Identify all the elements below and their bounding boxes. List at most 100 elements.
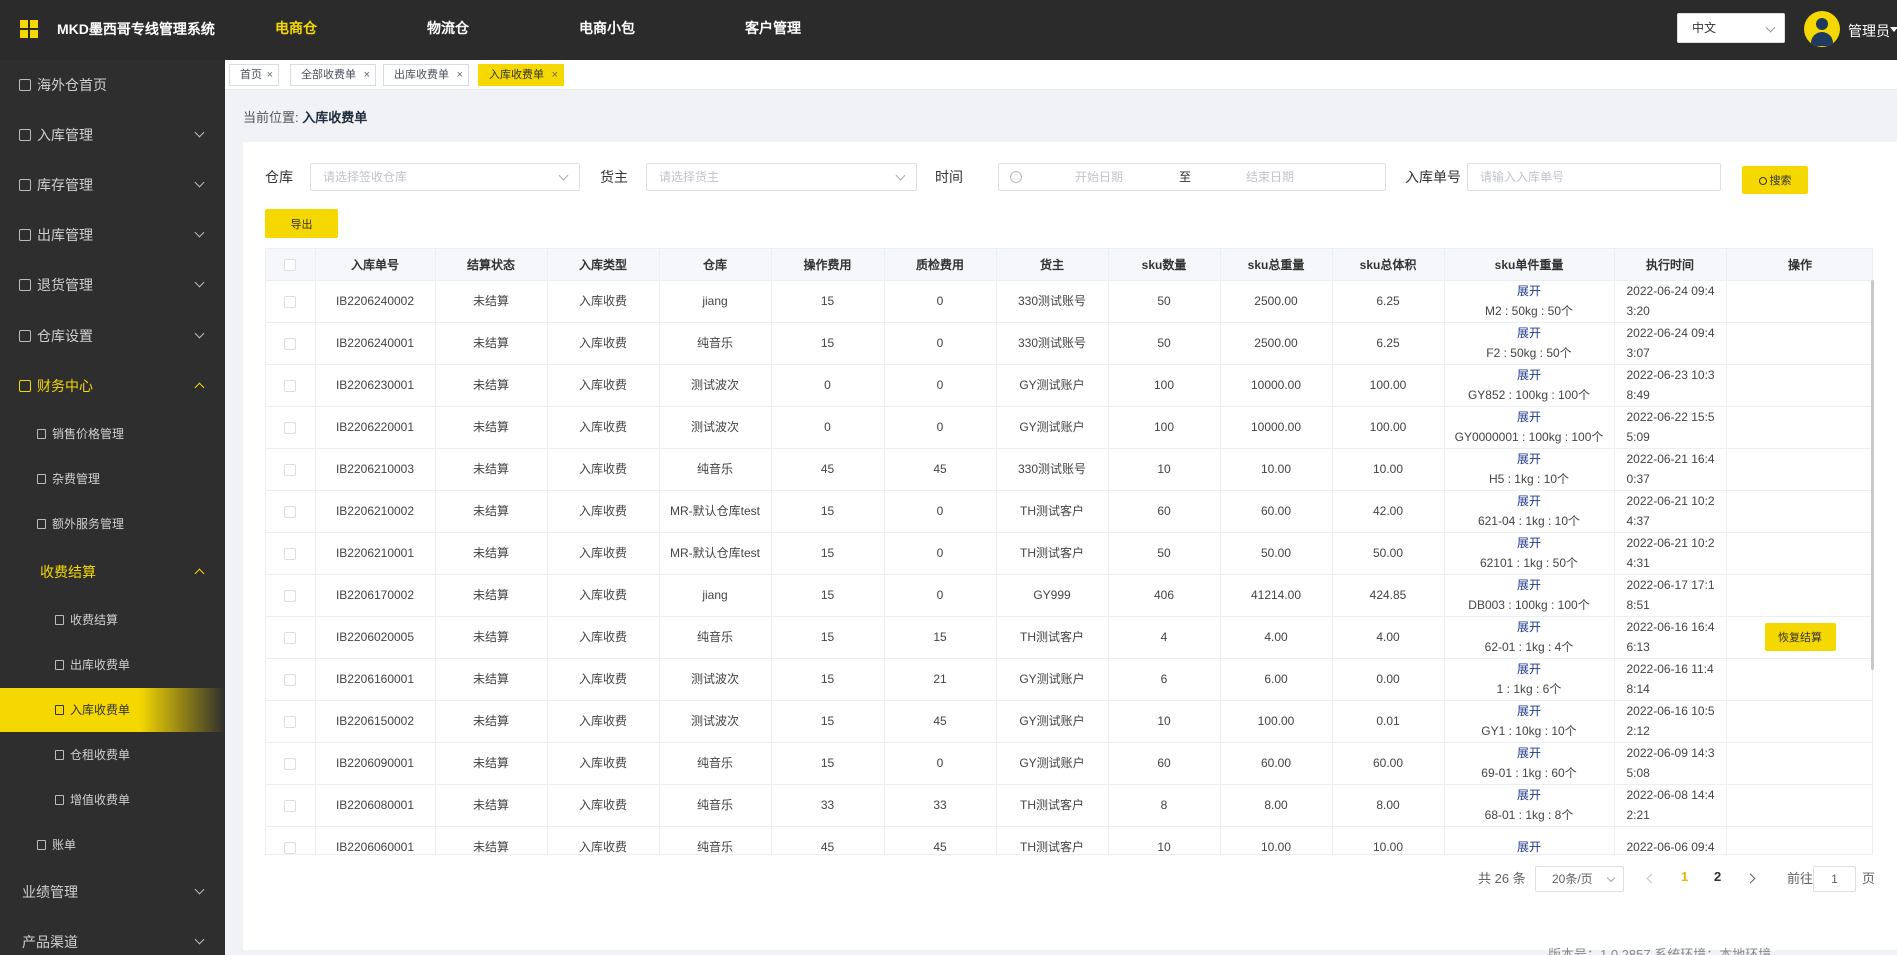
fee-table: 入库单号 结算状态 入库类型 仓库 操作费用 质检费用 货主 sku数量 sku… [265, 248, 1873, 855]
top-nav-customer-management[interactable]: 客户管理 [745, 0, 801, 60]
language-select[interactable]: 中文 [1677, 13, 1785, 43]
cell-weight: 10.00 [1220, 826, 1333, 854]
cell-owner: GY测试账户 [996, 658, 1109, 701]
top-nav-ecommerce-warehouse[interactable]: 电商仓 [275, 0, 317, 60]
page-number-1[interactable]: 1 [1681, 869, 1688, 884]
page-size-select[interactable]: 20条/页 [1535, 866, 1624, 892]
expand-link[interactable]: 展开 [1445, 617, 1614, 637]
sidebar-item-bill[interactable]: 账单 [0, 823, 225, 867]
sidebar-item-outbound-fee-bill[interactable]: 出库收费单 [0, 643, 225, 687]
expand-link[interactable]: 展开 [1445, 533, 1614, 553]
close-icon[interactable]: × [364, 65, 370, 85]
export-button[interactable]: 导出 [265, 209, 338, 238]
close-icon[interactable]: × [552, 65, 558, 85]
restore-settlement-button[interactable]: 恢复结算 [1764, 623, 1836, 651]
user-avatar-icon[interactable] [1804, 11, 1840, 47]
cell-action [1726, 364, 1872, 407]
goto-page-input[interactable]: 1 [1813, 866, 1856, 892]
cell-type: 入库收费 [547, 532, 660, 575]
expand-link[interactable]: 展开 [1445, 659, 1614, 679]
close-icon[interactable]: × [457, 65, 463, 85]
row-checkbox[interactable] [284, 505, 297, 518]
app-grid-icon[interactable] [20, 20, 38, 38]
search-button[interactable]: 搜索 [1742, 166, 1808, 194]
end-date-input[interactable]: 结束日期 [1246, 164, 1294, 190]
sidebar-item-misc-fees[interactable]: 杂费管理 [0, 457, 225, 501]
row-checkbox[interactable] [284, 421, 297, 434]
cell-type: 入库收费 [547, 574, 660, 617]
owner-select[interactable]: 请选择货主 [646, 163, 917, 191]
cell-qty: 10 [1108, 448, 1221, 491]
caret-down-icon[interactable] [1890, 27, 1897, 32]
row-checkbox[interactable] [284, 673, 297, 686]
expand-link[interactable]: 展开 [1445, 743, 1614, 763]
user-name[interactable]: 管理员 [1848, 21, 1890, 41]
expand-link[interactable]: 展开 [1445, 323, 1614, 343]
sidebar-item-inventory[interactable]: 库存管理 [0, 163, 225, 207]
breadcrumb-current: 入库收费单 [302, 110, 368, 125]
row-checkbox[interactable] [284, 295, 297, 308]
top-nav-ecommerce-parcel[interactable]: 电商小包 [579, 0, 635, 60]
cell-type: 入库收费 [547, 322, 660, 365]
sidebar-item-inbound[interactable]: 入库管理 [0, 113, 225, 157]
outbound-icon [19, 229, 31, 241]
tab-inbound-fee-bill[interactable]: 入库收费单 × [478, 64, 564, 86]
row-checkbox[interactable] [284, 547, 297, 560]
expand-link[interactable]: 展开 [1445, 701, 1614, 721]
sidebar-group-fee-settlement[interactable]: 收费结算 [0, 550, 225, 594]
sidebar-item-product-channel[interactable]: 产品渠道 [0, 920, 225, 955]
cell-qty: 60 [1108, 490, 1221, 533]
row-checkbox[interactable] [284, 463, 297, 476]
warehouse-select[interactable]: 请选择签收仓库 [310, 163, 580, 191]
expand-link[interactable]: 展开 [1445, 281, 1614, 301]
row-checkbox[interactable] [284, 589, 297, 602]
tab-outbound-fee-bill[interactable]: 出库收费单 × [383, 64, 469, 86]
expand-link[interactable]: 展开 [1445, 449, 1614, 469]
sidebar-item-warehouse-settings[interactable]: 仓库设置 [0, 314, 225, 358]
cell-status: 未结算 [435, 616, 548, 659]
table-scrollbar[interactable] [1871, 280, 1874, 670]
cell-status: 未结算 [435, 574, 548, 617]
unit-weight-text: 68-01 : 1kg : 8个 [1484, 808, 1574, 822]
start-date-input[interactable]: 开始日期 [1075, 164, 1123, 190]
row-checkbox[interactable] [284, 715, 297, 728]
expand-link[interactable]: 展开 [1445, 407, 1614, 427]
expand-link[interactable]: 展开 [1445, 575, 1614, 595]
sidebar-item-outbound[interactable]: 出库管理 [0, 213, 225, 257]
sidebar-item-extra-services[interactable]: 额外服务管理 [0, 502, 225, 546]
cell-exec-time: 2022-06-24 09:43:20 [1614, 280, 1727, 323]
expand-link[interactable]: 展开 [1445, 837, 1614, 854]
date-range-picker[interactable]: 开始日期 至 结束日期 [998, 163, 1386, 191]
sidebar-item-fee-settlement[interactable]: 收费结算 [0, 598, 225, 642]
tab-all-fee-bills[interactable]: 全部收费单 × [290, 64, 376, 86]
breadcrumb: 当前位置: 入库收费单 [243, 107, 367, 126]
expand-link[interactable]: 展开 [1445, 365, 1614, 385]
top-nav-logistics-warehouse[interactable]: 物流仓 [427, 0, 469, 60]
cell-qc: 33 [884, 784, 997, 827]
sidebar-item-overseas-home[interactable]: 海外仓首页 [0, 63, 225, 107]
tab-home[interactable]: 首页 × [229, 64, 279, 86]
sidebar-item-returns[interactable]: 退货管理 [0, 263, 225, 307]
sidebar-item-finance-center[interactable]: 财务中心 [0, 364, 225, 408]
row-checkbox[interactable] [284, 379, 297, 392]
sidebar-item-performance[interactable]: 业绩管理 [0, 870, 225, 914]
row-checkbox[interactable] [284, 841, 297, 854]
page-number-2[interactable]: 2 [1714, 869, 1721, 884]
close-icon[interactable]: × [267, 65, 273, 85]
row-checkbox[interactable] [284, 337, 297, 350]
document-icon [37, 429, 46, 439]
select-all-checkbox[interactable] [284, 259, 297, 272]
expand-link[interactable]: 展开 [1445, 491, 1614, 511]
sidebar-item-value-added-fee-bill[interactable]: 增值收费单 [0, 778, 225, 822]
row-checkbox[interactable] [284, 757, 297, 770]
row-checkbox[interactable] [284, 631, 297, 644]
table-row: IB2206240002 未结算 入库收费 jiang 15 0 330测试账号 50 2500… [266, 280, 1872, 323]
sidebar-item-sales-price[interactable]: 销售价格管理 [0, 412, 225, 456]
sidebar-item-rent-fee-bill[interactable]: 仓租收费单 [0, 733, 225, 777]
cell-exec-time: 2022-06-09 14:35:08 [1614, 742, 1727, 785]
expand-link[interactable]: 展开 [1445, 785, 1614, 805]
row-checkbox[interactable] [284, 799, 297, 812]
order-no-input[interactable]: 请输入入库单号 [1467, 163, 1721, 191]
sidebar-item-inbound-fee-bill[interactable]: 入库收费单 [0, 688, 225, 732]
cell-action [1726, 532, 1872, 575]
